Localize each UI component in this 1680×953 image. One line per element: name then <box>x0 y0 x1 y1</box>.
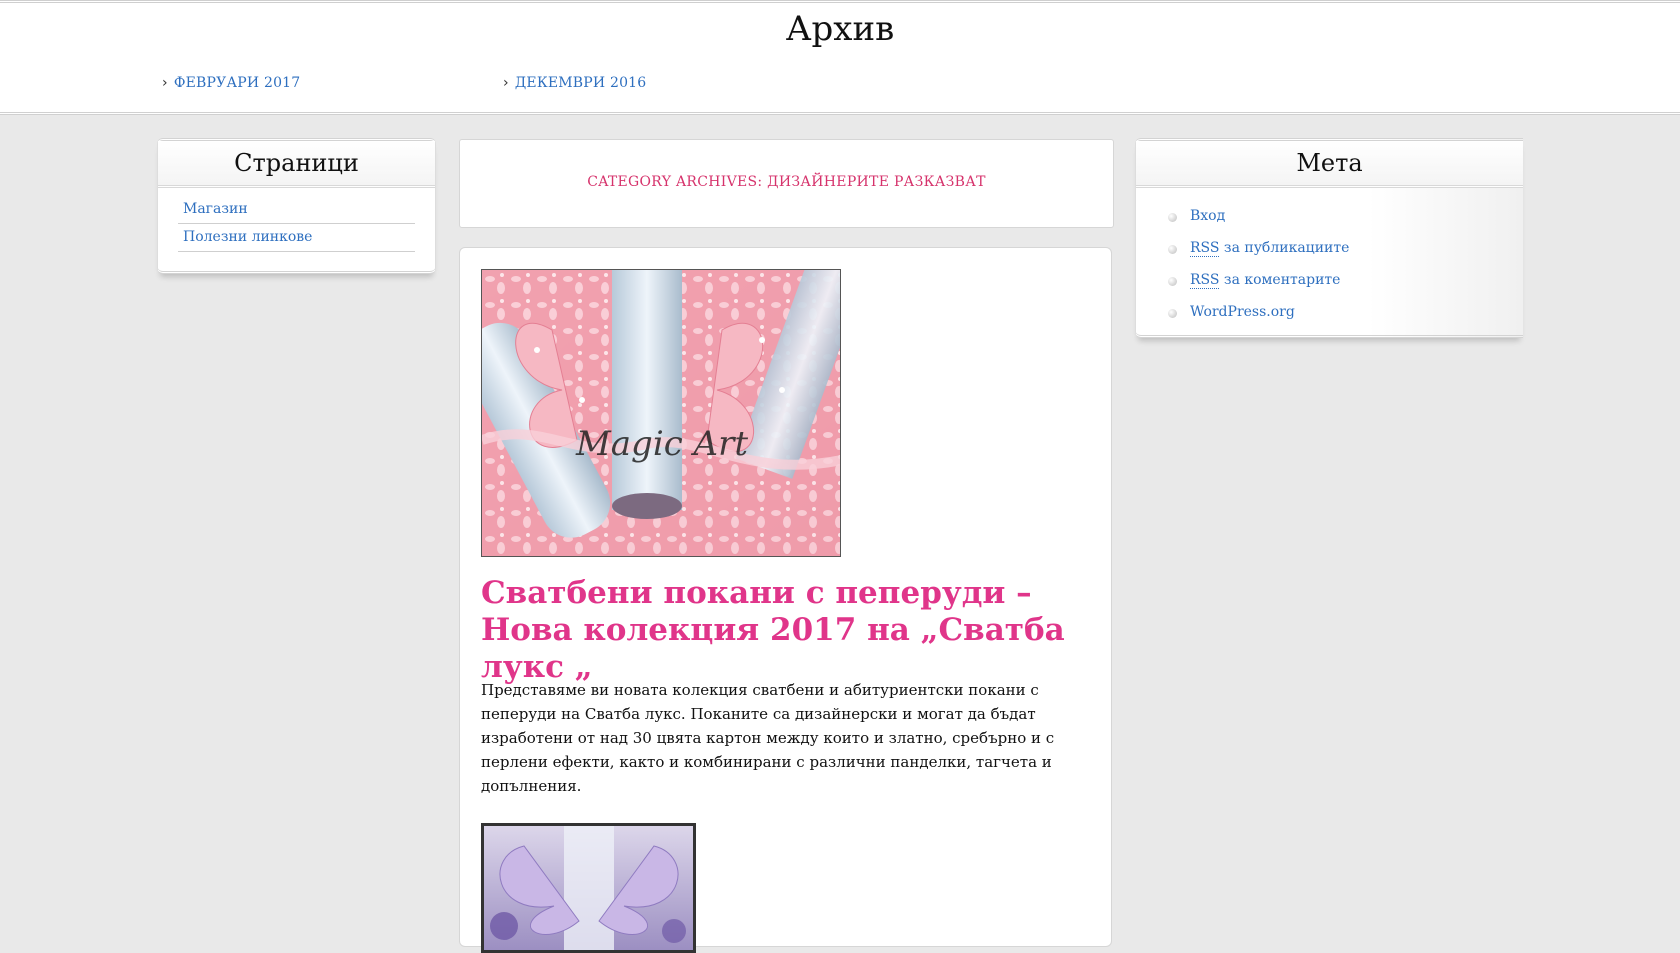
archive-title: Архив <box>785 9 895 49</box>
meta-list: Вход RSS за публикациите RSS за коментар… <box>1168 200 1523 328</box>
chevron-right-icon: › <box>162 75 168 91</box>
archive-link-label: Декември 2016 <box>514 75 647 91</box>
post-excerpt: Представяме ви новата колекция сватбени … <box>481 681 1055 795</box>
bullet-dot-icon <box>1168 309 1177 318</box>
archive-link-label: Февруари 2017 <box>173 75 301 91</box>
archive-link-feb-2017[interactable]: › Февруари 2017 <box>162 75 300 91</box>
archive-bar: Архив › Февруари 2017 › Декември 2016 <box>0 0 1680 115</box>
rss-abbr: RSS <box>1190 272 1220 289</box>
meta-item-label: WordPress.org <box>1190 304 1295 320</box>
post-second-image[interactable] <box>481 823 696 953</box>
meta-widget-title: Мета <box>1136 141 1523 188</box>
chevron-right-icon: › <box>503 75 509 91</box>
meta-item-comments-rss[interactable]: RSS за коментарите <box>1168 264 1523 296</box>
pages-widget: Страници Магазин Полезни линкове <box>157 138 436 274</box>
meta-item-label: за публикациите <box>1219 240 1350 256</box>
category-heading: CATEGORY ARCHIVES: ДИЗАЙНЕРИТЕ РАЗКАЗВАТ <box>587 174 986 190</box>
meta-item-label: Вход <box>1190 208 1226 224</box>
meta-item-login[interactable]: Вход <box>1168 200 1523 232</box>
rss-abbr: RSS <box>1190 240 1220 257</box>
pages-widget-title: Страници <box>158 141 435 188</box>
pages-item-shop[interactable]: Магазин <box>178 196 415 224</box>
pages-list: Магазин Полезни линкове <box>178 196 415 252</box>
pink-butterfly-invitations-photo: Magic Art <box>482 270 840 556</box>
bullet-dot-icon <box>1168 213 1177 222</box>
pages-item-useful-links[interactable]: Полезни линкове <box>178 224 415 252</box>
meta-item-wordpress-org[interactable]: WordPress.org <box>1168 296 1523 328</box>
post-card: Magic Art Сватбени покани с пеперуди – Н… <box>459 247 1112 953</box>
archive-link-dec-2016[interactable]: › Декември 2016 <box>503 75 646 91</box>
bullet-dot-icon <box>1168 245 1177 254</box>
meta-widget: Мета Вход RSS за публикациите RSS за ком… <box>1135 138 1523 338</box>
bullet-dot-icon <box>1168 277 1177 286</box>
watermark-text: Magic Art <box>575 424 748 464</box>
meta-item-posts-rss[interactable]: RSS за публикациите <box>1168 232 1523 264</box>
post-featured-image[interactable]: Magic Art <box>481 269 841 557</box>
category-archive-header: CATEGORY ARCHIVES: ДИЗАЙНЕРИТЕ РАЗКАЗВАТ <box>459 139 1114 228</box>
meta-item-label: за коментарите <box>1219 272 1341 288</box>
purple-butterfly-invitation-photo <box>484 826 693 950</box>
post-title[interactable]: Сватбени покани с пеперуди – Нова колекц… <box>481 575 1101 686</box>
